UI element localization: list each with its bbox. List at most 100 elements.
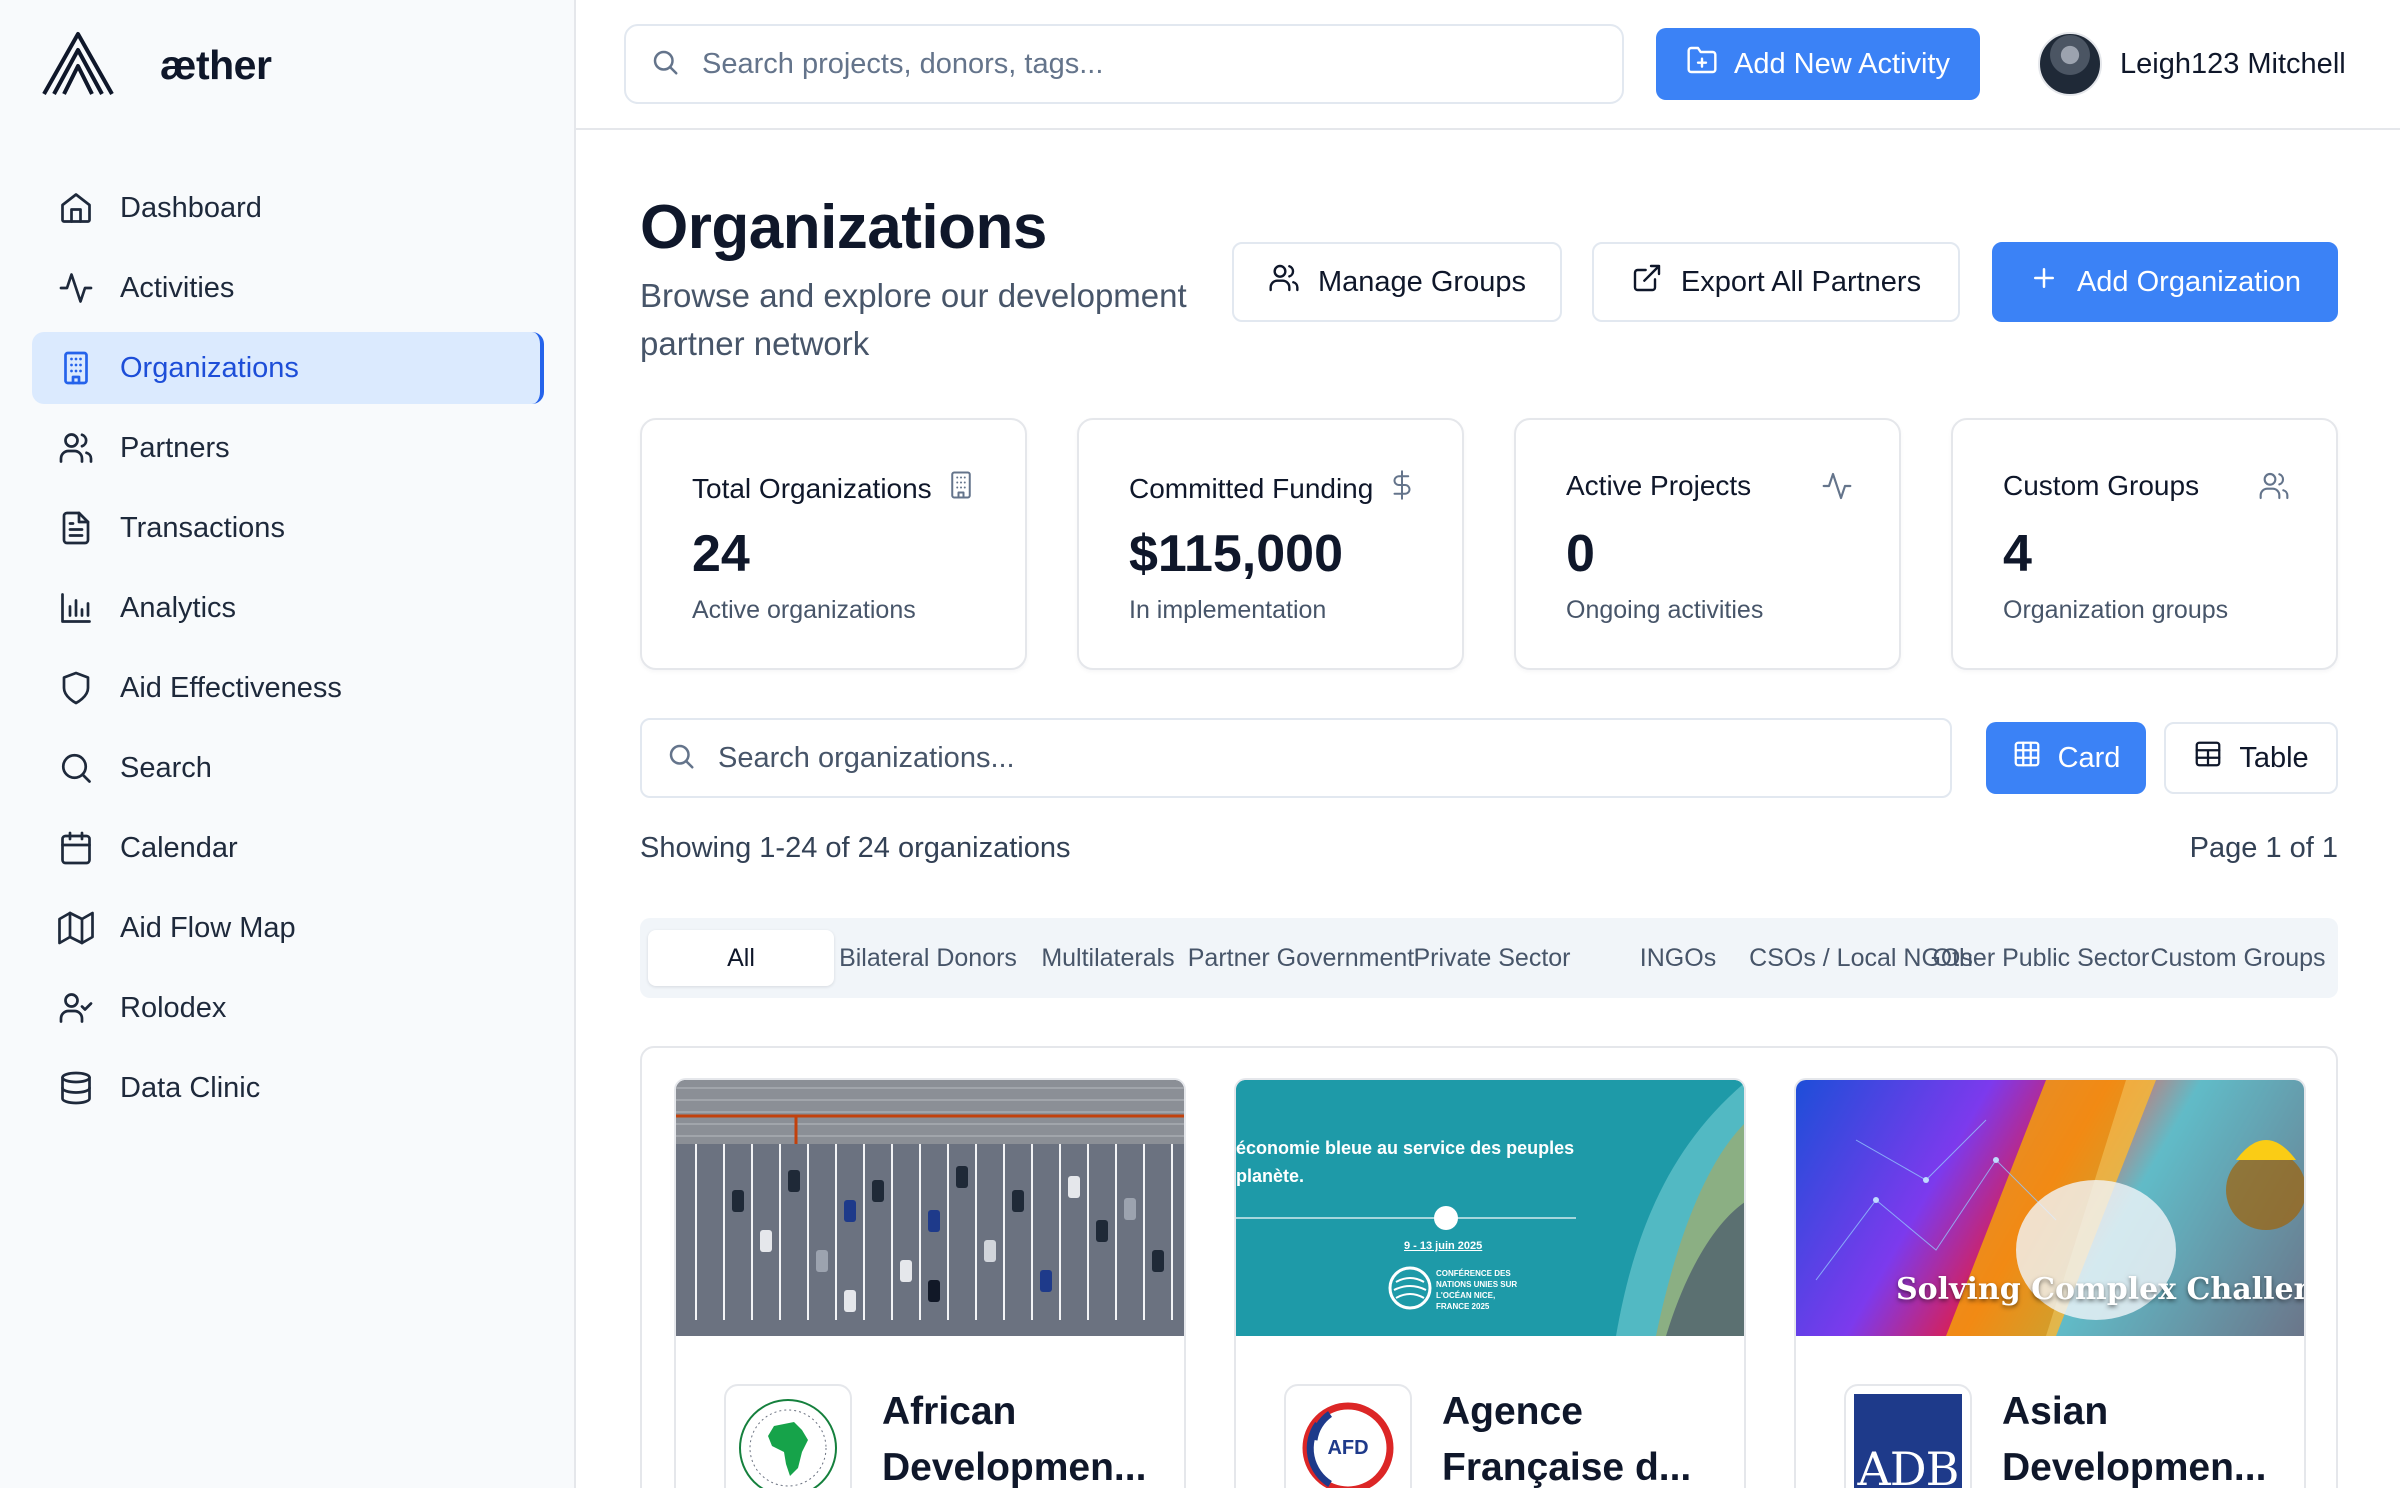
- sidebar-item-organizations[interactable]: Organizations: [32, 332, 544, 404]
- stat-card-total-organizations: Total Organizations 24 Active organizati…: [640, 418, 1027, 670]
- sidebar-item-analytics[interactable]: Analytics: [32, 572, 544, 644]
- building-icon: [946, 470, 976, 507]
- organization-search-input[interactable]: [718, 741, 1918, 775]
- stat-subtext: Ongoing activities: [1566, 596, 1764, 624]
- stat-label: Committed Funding: [1129, 470, 1417, 507]
- aether-logo-icon: [40, 30, 116, 101]
- sidebar-item-transactions[interactable]: Transactions: [32, 492, 544, 564]
- sidebar: æther Dashboard Activities Organizations…: [0, 0, 576, 1488]
- plus-icon: [2029, 263, 2059, 301]
- sidebar-item-partners[interactable]: Partners: [32, 412, 544, 484]
- banner-conference: CONFÉRENCE DES NATIONS UNIES SUR L'OCÉAN…: [1436, 1269, 1518, 1311]
- user-menu[interactable]: Leigh123 Mitchell: [2038, 32, 2346, 96]
- card-view-button[interactable]: Card: [1986, 722, 2146, 794]
- stat-card-custom-groups: Custom Groups 4 Organization groups: [1951, 418, 2338, 670]
- adb-logo-mark: ADB: [1854, 1394, 1962, 1488]
- organization-card[interactable]: African Developmen...: [674, 1078, 1186, 1488]
- sidebar-item-calendar[interactable]: Calendar: [32, 812, 544, 884]
- topbar: Add New Activity Leigh123 Mitchell: [576, 0, 2400, 130]
- afdb-logo: [724, 1384, 852, 1488]
- stat-value: $115,000: [1129, 525, 1344, 583]
- stat-label-text: Committed Funding: [1129, 472, 1374, 504]
- global-search-input[interactable]: [702, 47, 1582, 81]
- tab-other-public-sector[interactable]: Other Public Sector: [1933, 930, 2150, 986]
- folder-plus-icon: [1686, 44, 1718, 84]
- tab-partner-government[interactable]: Partner Government: [1180, 930, 1422, 986]
- user-name: Leigh123 Mitchell: [2120, 47, 2346, 80]
- add-organization-button[interactable]: Add Organization: [1992, 242, 2338, 322]
- sidebar-item-label: Calendar: [120, 831, 238, 864]
- stats-row: Total Organizations 24 Active organizati…: [640, 418, 2338, 670]
- banner-date: 9 - 13 juin 2025: [1404, 1240, 1483, 1252]
- tab-all[interactable]: All: [648, 930, 834, 986]
- sidebar-item-label: Analytics: [120, 591, 237, 624]
- brand[interactable]: æther: [40, 30, 272, 101]
- sidebar-item-aid-flow-map[interactable]: Aid Flow Map: [32, 892, 544, 964]
- stat-label-text: Active Projects: [1566, 470, 1752, 501]
- page-indicator: Page 1 of 1: [2189, 832, 2338, 864]
- tab-bilateral-donors[interactable]: Bilateral Donors: [834, 930, 1022, 986]
- sidebar-nav: Dashboard Activities Organizations Partn…: [32, 172, 544, 1132]
- sidebar-item-label: Transactions: [120, 511, 285, 544]
- search-icon: [666, 741, 696, 776]
- sidebar-item-rolodex[interactable]: Rolodex: [32, 972, 544, 1044]
- manage-groups-button[interactable]: Manage Groups: [1232, 242, 1562, 322]
- stat-label: Active Projects: [1566, 470, 1751, 502]
- tab-private-sector[interactable]: Private Sector: [1408, 930, 1576, 986]
- database-icon: [56, 1068, 96, 1108]
- file-text-icon: [56, 508, 96, 548]
- users-icon: [56, 428, 96, 468]
- users-icon: [1268, 262, 1300, 302]
- organization-card[interactable]: économie bleue au service des peuples pl…: [1234, 1078, 1746, 1488]
- afd-logo-text: AFD: [1327, 1436, 1369, 1459]
- sidebar-item-dashboard[interactable]: Dashboard: [32, 172, 544, 244]
- tab-ingos[interactable]: INGOs: [1614, 930, 1742, 986]
- global-search[interactable]: [624, 24, 1624, 104]
- stat-label-text: Total Organizations: [692, 472, 932, 504]
- add-new-activity-label: Add New Activity: [1734, 47, 1950, 80]
- organization-banner-image: Solving Complex Challenges T: [1796, 1080, 2304, 1336]
- tab-custom-groups[interactable]: Custom Groups: [2144, 930, 2332, 986]
- table-icon: [2193, 739, 2223, 777]
- shield-icon: [56, 668, 96, 708]
- stat-value: 24: [692, 525, 750, 583]
- sidebar-item-label: Partners: [120, 431, 230, 464]
- avatar: [2038, 32, 2102, 96]
- organization-banner-image: économie bleue au service des peuples pl…: [1236, 1080, 1744, 1336]
- map-icon: [56, 908, 96, 948]
- stat-label-text: Custom Groups: [2003, 470, 2200, 501]
- add-organization-label: Add Organization: [2076, 265, 2302, 298]
- afd-logo: AFD: [1284, 1384, 1412, 1488]
- table-view-button[interactable]: Table: [2164, 722, 2338, 794]
- table-view-label: Table: [2239, 741, 2309, 774]
- sidebar-item-data-clinic[interactable]: Data Clinic: [32, 1052, 544, 1124]
- organization-search[interactable]: [640, 718, 1952, 798]
- export-all-partners-button[interactable]: Export All Partners: [1592, 242, 1960, 322]
- stat-subtext: Organization groups: [2003, 596, 2229, 624]
- sidebar-item-search[interactable]: Search: [32, 732, 544, 804]
- adb-logo-text: ADB: [1857, 1442, 1960, 1488]
- sidebar-item-label: Activities: [120, 271, 235, 304]
- sidebar-item-activities[interactable]: Activities: [32, 252, 544, 324]
- stat-label: Total Organizations: [692, 470, 976, 507]
- sidebar-item-aid-effectiveness[interactable]: Aid Effectiveness: [32, 652, 544, 724]
- export-all-partners-label: Export All Partners: [1680, 265, 1922, 298]
- external-link-icon: [1631, 262, 1663, 302]
- results-count: Showing 1-24 of 24 organizations: [640, 832, 1071, 864]
- organization-card[interactable]: Solving Complex Challenges T ADB Asian D…: [1794, 1078, 2306, 1488]
- organization-cards-grid: African Developmen... économie bleue au …: [640, 1046, 2338, 1488]
- page-subtitle: Browse and explore our development partn…: [640, 277, 1187, 362]
- users-icon: [2258, 470, 2290, 507]
- organization-name: Agence Française d...: [1442, 1390, 1692, 1488]
- add-new-activity-button[interactable]: Add New Activity: [1656, 28, 1980, 100]
- building-icon: [56, 348, 96, 388]
- adb-logo: ADB: [1844, 1384, 1972, 1488]
- user-check-icon: [56, 988, 96, 1028]
- stat-card-active-projects: Active Projects 0 Ongoing activities: [1514, 418, 1901, 670]
- sidebar-item-label: Aid Flow Map: [120, 911, 296, 944]
- organization-name: Asian Developmen...: [2002, 1390, 2267, 1488]
- stat-subtext: In implementation: [1129, 596, 1327, 624]
- tab-multilaterals[interactable]: Multilaterals: [1038, 930, 1178, 986]
- stat-card-committed-funding: Committed Funding $115,000 In implementa…: [1077, 418, 1464, 670]
- banner-text: Solving Complex Challenges T: [1896, 1272, 2304, 1307]
